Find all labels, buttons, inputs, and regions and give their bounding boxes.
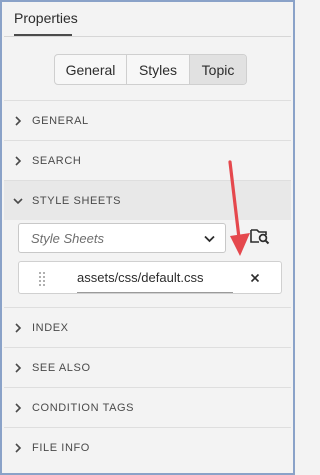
drag-handle-icon[interactable] [39, 272, 45, 286]
chevron-right-icon [4, 402, 32, 413]
tab-general[interactable]: General [55, 55, 127, 84]
chevron-down-icon [204, 231, 215, 246]
style-sheet-list-item: assets/css/default.css [18, 261, 282, 294]
section-index[interactable]: INDEX [4, 307, 291, 347]
chevron-right-icon [4, 362, 32, 373]
close-icon [250, 270, 260, 287]
section-style-sheets[interactable]: STYLE SHEETS [4, 180, 291, 220]
style-sheet-filename: assets/css/default.css [77, 270, 204, 285]
chevron-right-icon [4, 115, 32, 126]
tab-topic[interactable]: Topic [190, 55, 246, 84]
properties-tab[interactable]: Properties [14, 10, 78, 34]
section-general-label: GENERAL [32, 114, 89, 127]
folder-search-icon [250, 227, 270, 250]
section-search[interactable]: SEARCH [4, 140, 291, 180]
section-general[interactable]: GENERAL [4, 100, 291, 140]
chevron-right-icon [4, 442, 32, 453]
chevron-right-icon [4, 155, 32, 166]
section-condition-tags-label: CONDITION TAGS [32, 401, 135, 414]
section-file-info-label: FILE INFO [32, 441, 90, 454]
section-file-info[interactable]: FILE INFO [4, 427, 291, 467]
section-index-label: INDEX [32, 321, 69, 334]
section-search-label: SEARCH [32, 154, 82, 167]
chevron-right-icon [4, 322, 32, 333]
style-sheets-dropdown[interactable]: Style Sheets [18, 223, 226, 253]
header-divider [4, 36, 291, 37]
section-see-also[interactable]: SEE ALSO [4, 347, 291, 387]
properties-panel: Properties General Styles Topic GENERAL … [0, 0, 295, 475]
section-style-sheets-label: STYLE SHEETS [32, 194, 122, 207]
view-switcher: General Styles Topic [54, 54, 247, 85]
browse-style-sheet-button[interactable] [249, 227, 271, 249]
section-condition-tags[interactable]: CONDITION TAGS [4, 387, 291, 427]
section-see-also-label: SEE ALSO [32, 361, 91, 374]
filename-underline [77, 292, 233, 293]
chevron-down-icon [4, 197, 32, 205]
tab-styles[interactable]: Styles [127, 55, 190, 84]
style-sheets-dropdown-placeholder: Style Sheets [31, 230, 104, 246]
remove-style-sheet-button[interactable] [245, 268, 265, 288]
